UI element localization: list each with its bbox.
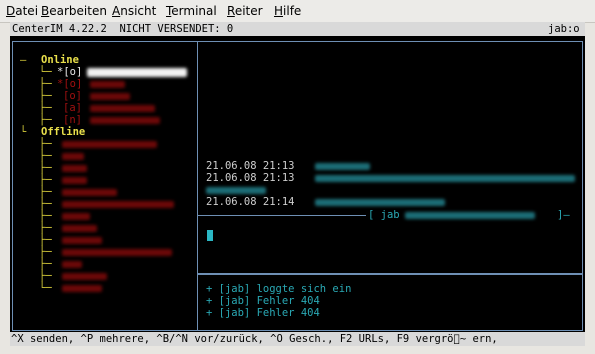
offline-contact-redacted[interactable] xyxy=(62,177,87,184)
offline-contact-redacted[interactable] xyxy=(62,261,82,268)
tree-branch: ├─ xyxy=(39,138,52,150)
tree-branch: ├─ xyxy=(39,186,52,198)
tree-branch: └─ xyxy=(39,66,52,78)
contact-item[interactable]: [a] xyxy=(63,102,82,114)
tree-branch: ├─ xyxy=(39,234,52,246)
message-text-redacted xyxy=(315,163,370,170)
tree-root-line: — xyxy=(20,54,27,66)
tree-branch: ├─ xyxy=(39,174,52,186)
group-online[interactable]: Online xyxy=(41,54,79,66)
status-bar-top: CenterIM 4.22.2 NICHT VERSENDET: 0 jab:o xyxy=(10,22,585,36)
contact-item[interactable]: *[o] xyxy=(57,78,82,90)
message-timestamp: 21.06.08 21:13 xyxy=(206,172,295,184)
contact-item[interactable]: [n] xyxy=(63,114,82,126)
tree-branch: ├─ xyxy=(39,258,52,270)
terminal-area[interactable]: CenterIM 4.22.2 NICHT VERSENDET: 0 jab:o… xyxy=(10,22,585,346)
message-text-redacted xyxy=(315,175,575,182)
log-line: + [jab] Fehler 404 xyxy=(206,307,320,319)
session-label: [ jab xyxy=(368,209,400,221)
offline-contact-redacted[interactable] xyxy=(62,237,102,244)
log-line: + [jab] Fehler 404 xyxy=(206,295,320,307)
menu-bearbeiten[interactable]: Bearbeiten xyxy=(41,4,107,18)
chat-frame xyxy=(197,41,583,275)
message-timestamp: 21.06.08 21:13 xyxy=(206,160,295,172)
contact-name-redacted xyxy=(90,81,125,88)
app-status-text: CenterIM 4.22.2 NICHT VERSENDET: 0 xyxy=(12,23,234,35)
tree-branch: ├─ xyxy=(39,270,52,282)
text-cursor[interactable] xyxy=(207,230,213,241)
offline-contact-redacted[interactable] xyxy=(62,225,97,232)
message-text-redacted xyxy=(315,199,445,206)
offline-contact-redacted[interactable] xyxy=(62,285,102,292)
tree-branch: ├─ xyxy=(39,102,52,114)
tree-root-line: └ xyxy=(20,126,27,138)
tree-branch: ├─ xyxy=(39,222,52,234)
offline-contact-redacted[interactable] xyxy=(62,213,90,220)
tree-branch: ├─ xyxy=(39,210,52,222)
tree-branch: └─ xyxy=(39,282,52,294)
menu-bar: Datei Bearbeiten Ansicht Terminal Reiter… xyxy=(0,0,595,23)
offline-contact-redacted[interactable] xyxy=(62,249,172,256)
menu-datei[interactable]: Datei xyxy=(6,4,38,18)
contact-name-redacted xyxy=(90,105,155,112)
offline-contact-redacted[interactable] xyxy=(62,273,107,280)
contact-item[interactable]: [o] xyxy=(63,90,82,102)
offline-contact-redacted[interactable] xyxy=(62,201,174,208)
offline-contact-redacted[interactable] xyxy=(62,141,157,148)
log-line: + [jab] loggte sich ein xyxy=(206,283,352,295)
tree-branch: ├─ xyxy=(39,114,52,126)
account-indicator: jab:o xyxy=(548,23,580,35)
tree-branch: ├─ xyxy=(39,90,52,102)
offline-contact-redacted[interactable] xyxy=(62,153,84,160)
tree-branch: ├─ xyxy=(39,150,52,162)
contact-name-redacted xyxy=(87,68,187,77)
separator-line xyxy=(198,215,366,216)
keybinding-help: ^X senden, ^P mehrere, ^B/^N vor/zurück,… xyxy=(11,333,498,345)
offline-contact-redacted[interactable] xyxy=(62,189,117,196)
offline-contact-redacted[interactable] xyxy=(62,165,87,172)
contact-name-redacted xyxy=(90,93,130,100)
tree-branch: ├─ xyxy=(39,78,52,90)
contact-item-selected[interactable]: *[o] xyxy=(57,66,82,78)
terminal-window: Datei Bearbeiten Ansicht Terminal Reiter… xyxy=(0,0,595,354)
tree-branch: ├─ xyxy=(39,162,52,174)
message-timestamp: 21.06.08 21:14 xyxy=(206,196,295,208)
group-offline[interactable]: Offline xyxy=(41,126,85,138)
menu-terminal[interactable]: Terminal xyxy=(166,4,217,18)
contact-name-redacted xyxy=(90,117,160,124)
tree-branch: ├─ xyxy=(39,198,52,210)
menu-hilfe[interactable]: Hilfe xyxy=(274,4,301,18)
session-label-end: ]— xyxy=(557,209,570,221)
tree-branch: ├─ xyxy=(39,246,52,258)
menu-reiter[interactable]: Reiter xyxy=(227,4,263,18)
menu-ansicht[interactable]: Ansicht xyxy=(112,4,156,18)
status-bar-bottom: ^X senden, ^P mehrere, ^B/^N vor/zurück,… xyxy=(10,332,585,346)
message-text-redacted xyxy=(206,187,266,194)
session-name-redacted xyxy=(405,212,535,219)
